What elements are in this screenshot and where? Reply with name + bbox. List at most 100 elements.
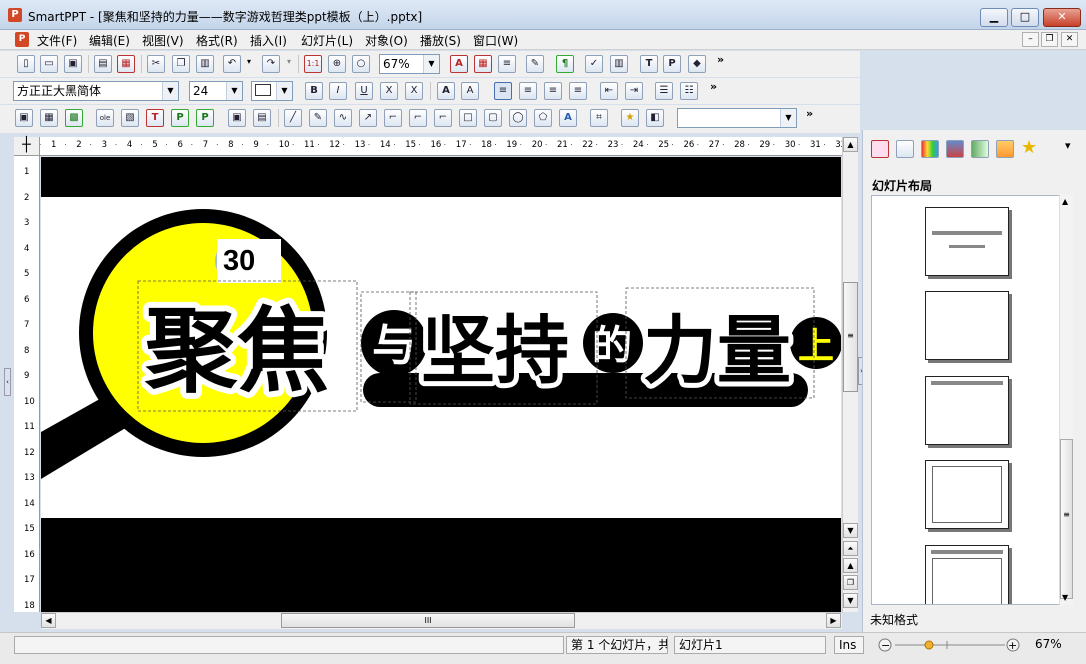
rectangle-tool-icon[interactable]: □ — [459, 109, 477, 127]
numbered-list-icon[interactable]: ☷ — [680, 82, 698, 100]
object-select[interactable]: ▼ — [677, 108, 797, 128]
first-slide-icon[interactable]: ⏶ — [843, 541, 858, 556]
panel-scrollbar[interactable]: ▲ ≡ ▼ — [1059, 195, 1073, 605]
panel-scroll-thumb[interactable]: ≡ — [1060, 439, 1073, 599]
shapes-tool-icon[interactable]: ⬠ — [534, 109, 552, 127]
image-icon[interactable]: ▩ — [65, 109, 83, 127]
strikethrough-icon[interactable]: X — [380, 82, 398, 100]
line-tool-icon[interactable]: ╱ — [284, 109, 302, 127]
insert-table-icon[interactable]: ▦ — [474, 55, 492, 73]
bullet-list-icon[interactable]: ☰ — [655, 82, 673, 100]
font-name-select[interactable]: 方正正大黑简体 ▼ — [13, 81, 179, 101]
menu-slide[interactable]: 幻灯片(L) — [301, 32, 353, 49]
freehand-tool-icon[interactable]: ✎ — [309, 109, 327, 127]
align-center-icon[interactable]: ≡ — [519, 82, 537, 100]
close-button[interactable]: ✕ — [1043, 8, 1081, 27]
horizontal-scrollbar[interactable]: ◀ III ▶ — [41, 612, 842, 629]
star-effect-icon[interactable]: ★ — [621, 109, 639, 127]
redo-dropdown-icon[interactable]: ▾ — [287, 57, 291, 66]
page-frame-icon[interactable]: P — [196, 109, 214, 127]
chart-object-icon[interactable]: ▧ — [121, 109, 139, 127]
grow-font-icon[interactable]: A — [437, 82, 455, 100]
next-slide-icon[interactable]: ▼ — [843, 593, 858, 608]
crop-icon[interactable]: ⌗ — [590, 109, 608, 127]
layout-thumbnail[interactable] — [925, 376, 1009, 445]
menu-file[interactable]: 文件(F) — [37, 32, 77, 49]
save-icon[interactable]: ▣ — [64, 55, 82, 73]
statistics-icon[interactable]: ▥ — [610, 55, 628, 73]
rounded-rect-tool-icon[interactable]: ▢ — [484, 109, 502, 127]
3d-box-icon[interactable]: ◆ — [688, 55, 706, 73]
group-icon[interactable]: ▣ — [228, 109, 246, 127]
wordart-icon[interactable]: A — [559, 109, 577, 127]
copy-icon[interactable]: ❐ — [172, 55, 190, 73]
print-icon[interactable]: ▤ — [94, 55, 112, 73]
menu-window[interactable]: 窗口(W) — [473, 32, 518, 49]
maximize-button[interactable]: □ — [1011, 8, 1039, 27]
layout-panel-icon[interactable] — [871, 140, 889, 158]
vertical-scrollbar[interactable]: ▲ ≡ ▼ ⏶ ▲ ❐ ▼ — [842, 137, 858, 612]
transition-icon[interactable] — [971, 140, 989, 158]
zoom-icon[interactable]: ○ — [352, 55, 370, 73]
document-icon[interactable]: P — [15, 32, 29, 47]
list-icon[interactable]: ≡ — [498, 55, 516, 73]
scroll-right-icon[interactable]: ▶ — [826, 613, 841, 628]
p-frame-icon[interactable]: P — [171, 109, 189, 127]
toolbar-more-icon[interactable]: » — [806, 107, 813, 120]
horizontal-scroll-thumb[interactable]: III — [281, 613, 575, 628]
mdi-minimize-button[interactable]: – — [1022, 32, 1039, 47]
chevron-down-icon[interactable]: ▼ — [226, 82, 242, 100]
menu-insert[interactable]: 插入(I) — [250, 32, 287, 49]
underline-icon[interactable]: U — [355, 82, 373, 100]
prev-slide-icon[interactable]: ▲ — [843, 558, 858, 573]
layout-list[interactable] — [871, 195, 1073, 605]
slide-list-icon[interactable]: ❐ — [843, 575, 858, 590]
spell-check-icon[interactable]: ✓ — [585, 55, 603, 73]
font-size-select[interactable]: 24 ▼ — [189, 81, 243, 101]
design-panel-icon[interactable] — [896, 140, 914, 158]
background-icon[interactable] — [946, 140, 964, 158]
mdi-close-button[interactable]: ✕ — [1061, 32, 1078, 47]
text-color-icon[interactable]: A — [450, 55, 468, 73]
toolbar-more-icon[interactable]: » — [717, 53, 724, 66]
minimize-button[interactable]: ▁ — [980, 8, 1008, 27]
chevron-down-icon[interactable]: ▼ — [423, 55, 439, 73]
actual-size-icon[interactable]: 1:1 — [304, 55, 322, 73]
ole-object-icon[interactable]: ole — [96, 109, 114, 127]
zoom-slider[interactable]: − + — [875, 636, 1025, 654]
border-style-select[interactable]: ▼ — [251, 81, 293, 101]
star-panel-icon[interactable]: ★ — [1021, 137, 1037, 158]
select-frame-icon[interactable]: ▣ — [15, 109, 33, 127]
curve-tool-icon[interactable]: ∿ — [334, 109, 352, 127]
zoom-select[interactable]: 67% ▼ — [379, 54, 440, 74]
double-strike-icon[interactable]: X — [405, 82, 423, 100]
open-folder-icon[interactable]: ▭ — [40, 55, 58, 73]
chevron-down-icon[interactable]: ▼ — [162, 82, 178, 100]
left-collapse-handle[interactable]: ‹ — [4, 368, 11, 396]
arrow-tool-icon[interactable]: ↗ — [359, 109, 377, 127]
bold-icon[interactable]: B — [305, 82, 323, 100]
zoom-page-icon[interactable]: ⊕ — [328, 55, 346, 73]
increase-indent-icon[interactable]: ⇥ — [625, 82, 643, 100]
color-scheme-icon[interactable] — [921, 140, 939, 158]
slide[interactable]: 30 聚焦 聚焦 与 坚持 坚持 的 力量 力量 上 — [41, 157, 841, 612]
slide-p-icon[interactable]: P — [663, 55, 681, 73]
text-frame-icon[interactable]: T — [146, 109, 164, 127]
curved-connector-icon[interactable]: ⌐ — [434, 109, 452, 127]
scroll-up-icon[interactable]: ▲ — [843, 137, 858, 152]
chevron-down-icon[interactable]: ▼ — [780, 109, 796, 127]
animation-icon[interactable] — [996, 140, 1014, 158]
menu-view[interactable]: 视图(V) — [142, 32, 184, 49]
align-left-icon[interactable]: ≡ — [494, 82, 512, 100]
ruler-corner[interactable]: ┼ — [14, 137, 40, 156]
toolbar-more-icon[interactable]: » — [710, 80, 717, 93]
chevron-down-icon[interactable]: ▼ — [276, 82, 292, 100]
slide-t-icon[interactable]: T — [640, 55, 658, 73]
connector-icon[interactable]: ⌐ — [384, 109, 402, 127]
paragraph-mark-icon[interactable]: ¶ — [556, 55, 574, 73]
undo-icon[interactable]: ↶ — [223, 55, 241, 73]
format-painter-icon[interactable]: ✎ — [526, 55, 544, 73]
table-icon[interactable]: ▦ — [40, 109, 58, 127]
italic-icon[interactable]: I — [329, 82, 347, 100]
undo-dropdown-icon[interactable]: ▾ — [247, 57, 251, 66]
